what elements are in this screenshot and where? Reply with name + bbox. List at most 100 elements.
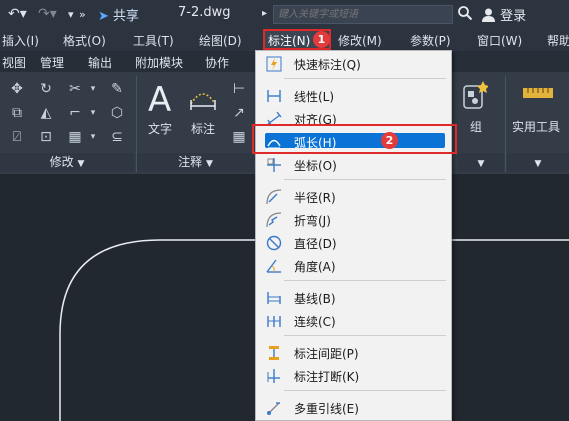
menu-modify[interactable]: 修改(M) [338,32,382,49]
radius-icon [266,189,282,205]
utilities-panel-footer[interactable]: ▼ [507,153,569,172]
menu-item-label: 连续(C) [294,315,336,329]
menu-help[interactable]: 帮助 [547,32,569,49]
group-panel-footer[interactable]: ▼ [458,153,504,172]
menu-item-angular[interactable]: 角度(A) [256,255,451,277]
menu-separator [284,390,446,391]
chevron-down-icon: ▼ [477,159,485,169]
menu-window[interactable]: 窗口(W) [477,32,522,49]
menu-item-label: 标注间距(P) [294,347,359,361]
menu-item-label: 半径(R) [294,191,336,205]
menu-item-quick-dimension[interactable]: 快速标注(Q) [256,53,451,75]
search-icon[interactable] [457,5,473,21]
mirror-icon[interactable]: ◭ [37,104,55,122]
diameter-icon [266,235,282,251]
ordinate-icon [267,158,281,172]
login-label: 登录 [500,9,527,24]
table-icon[interactable]: ▦ [230,128,248,146]
menu-separator [284,335,446,336]
tab-addins[interactable]: 附加模块 [135,54,183,71]
explode-icon[interactable]: ⬡ [108,104,126,122]
leader-icon[interactable]: ↗ [230,104,248,122]
menu-item-multileader[interactable]: 多重引线(E) [256,397,451,419]
menu-item-label: 基线(B) [294,292,336,306]
copy-icon[interactable]: ⧉ [8,104,26,122]
step-badge-1: 1 [313,31,330,48]
tab-manage[interactable]: 管理 [40,54,64,71]
erase-icon[interactable]: ✎ [108,80,126,98]
menu-item-label: 角度(A) [294,260,336,274]
quick-dimension-icon [266,56,282,72]
menu-item-label: 直径(D) [294,237,337,251]
share-button[interactable]: ➤ 共享 [98,5,139,24]
rotate-icon[interactable]: ↻ [37,80,55,98]
tab-view[interactable]: 视图 [2,54,26,71]
dimbreak-icon [267,369,280,383]
scale-icon[interactable]: ⊡ [37,128,55,146]
chevron-down-icon: ▼ [205,159,213,169]
title-bar: ↶▾ ↷▾ ▾ » ➤共享 7-2.dwg ▸ 登录 [0,0,569,30]
menu-item-jogged[interactable]: 折弯(J) [256,209,451,231]
annotate-panel-footer[interactable]: 注释 ▼ [137,153,254,172]
undo-icon[interactable]: ↶▾ [8,6,27,22]
chevron-down-icon: ▼ [77,159,85,169]
menu-format[interactable]: 格式(O) [63,32,106,49]
file-title: 7-2.dwg [178,5,231,20]
angular-icon [266,259,281,273]
group-button[interactable]: 组 [458,80,498,140]
menu-separator [284,280,446,281]
text-button-label: 文字 [148,122,173,136]
linear-icon [267,90,281,102]
trim-dropdown-icon[interactable]: ▾ [84,80,102,98]
modify-panel-footer[interactable]: 修改 ▼ [0,153,134,172]
send-icon: ➤ [98,9,109,24]
dimspace-icon [269,346,279,360]
search-input[interactable] [274,6,454,23]
array-icon[interactable]: ▦ [66,128,84,146]
move-icon[interactable]: ✥ [8,80,26,98]
title-arrow-icon: ▸ [262,8,268,19]
trim-icon[interactable]: ✂ [66,80,84,98]
fillet-icon[interactable]: ⌐ [66,104,84,122]
tab-output[interactable]: 输出 [88,54,112,71]
menu-dimension-label: 标注(N) [268,34,311,48]
menu-item-baseline[interactable]: 基线(B) [256,287,451,309]
offset-icon[interactable]: ⊆ [108,128,126,146]
menu-item-radius[interactable]: 半径(R) [256,186,451,208]
dimension-icon [190,93,216,110]
quick-access-dropdown-icon[interactable]: ▾ [68,8,74,21]
menu-item-label: 坐标(O) [294,159,337,173]
search-field[interactable] [273,5,454,24]
menu-item-continue[interactable]: 连续(C) [256,310,451,332]
menu-item-dimension-break[interactable]: 标注打断(K) [256,365,451,387]
stretch-icon[interactable]: ⍁ [8,128,26,146]
redo-icon[interactable]: ↷▾ [38,6,57,22]
fillet-dropdown-icon[interactable]: ▾ [84,104,102,122]
annotate-panel-title: 注释 [178,155,203,169]
utilities-label: 实用工具 [512,120,561,134]
menu-separator [284,78,446,79]
modify-panel-title: 修改 [49,155,74,169]
linear-dim-icon[interactable]: ⊢ [230,80,248,98]
menu-insert[interactable]: 插入(I) [2,32,39,49]
array-dropdown-icon[interactable]: ▾ [84,128,102,146]
quick-access-expand-icon[interactable]: » [79,8,86,21]
step-badge-2: 2 [381,132,398,149]
menu-parametric[interactable]: 参数(P) [410,32,451,49]
tab-collaborate[interactable]: 协作 [205,54,229,71]
menu-item-diameter[interactable]: 直径(D) [256,232,451,254]
menu-item-dimension-space[interactable]: 标注间距(P) [256,342,451,364]
utilities-button[interactable]: 实用工具 [510,80,566,140]
group-label: 组 [470,120,483,134]
dimension-button[interactable]: 标注 [187,80,221,138]
menu-tools[interactable]: 工具(T) [133,32,174,49]
menu-draw[interactable]: 绘图(D) [199,32,242,49]
menu-item-ordinate[interactable]: 坐标(O) [256,154,451,176]
dimension-dropdown-menu: 快速标注(Q) 线性(L) 对齐(G) 弧长(H) 坐标(O) 半径(R) 折弯… [255,50,452,421]
menu-separator [284,179,446,180]
menu-item-label: 标注打断(K) [294,370,360,384]
login-button[interactable]: 登录 [481,5,526,24]
chevron-down-icon: ▼ [534,159,542,169]
menu-item-linear[interactable]: 线性(L) [256,85,451,107]
text-button[interactable]: A 文字 [146,80,178,138]
